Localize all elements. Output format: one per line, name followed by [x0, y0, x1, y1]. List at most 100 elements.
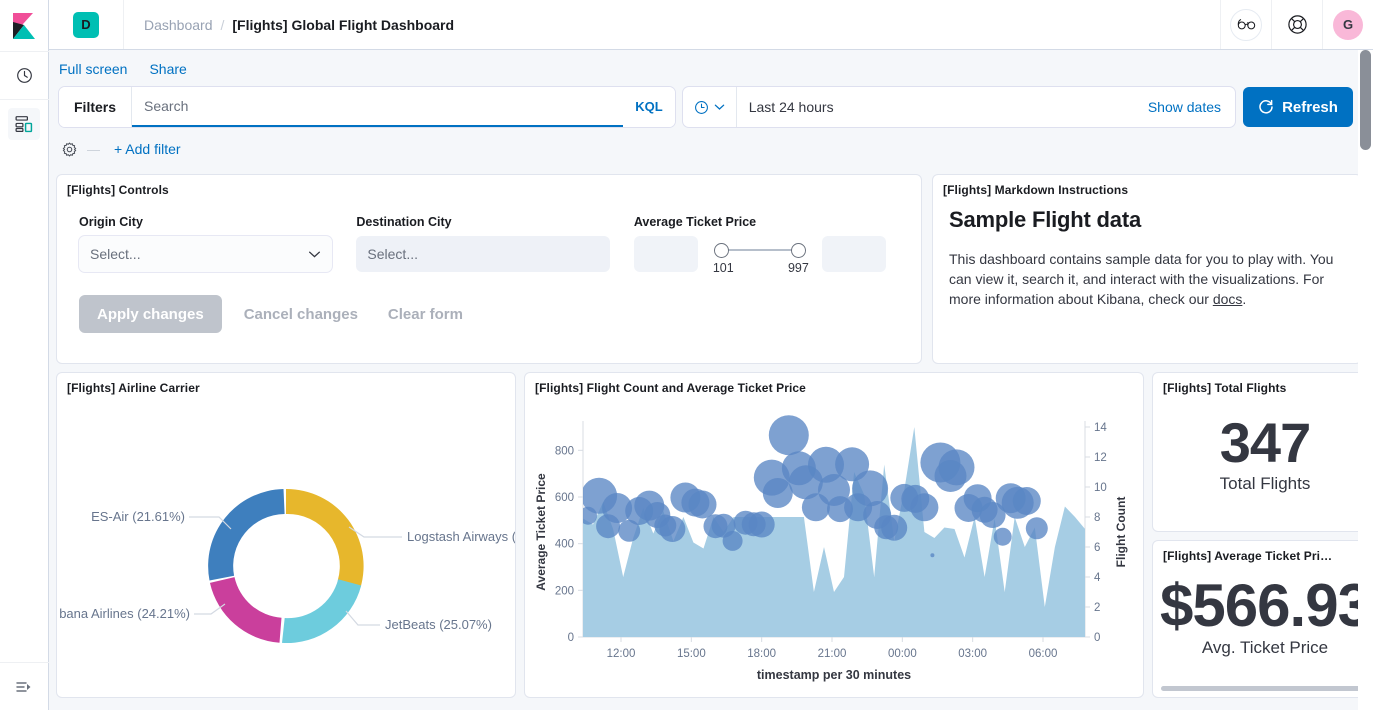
filters-button[interactable]: Filters	[59, 87, 132, 127]
panel-markdown: [Flights] Markdown Instructions Sample F…	[932, 174, 1362, 364]
markdown-heading: Sample Flight data	[949, 207, 1345, 233]
panel-title-airline-carrier[interactable]: [Flights] Airline Carrier	[57, 373, 515, 399]
page-title: [Flights] Global Flight Dashboard	[232, 17, 454, 33]
origin-city-control: Origin City Select...	[79, 215, 332, 275]
full-screen-button[interactable]: Full screen	[59, 61, 127, 77]
sidebar-item-dashboard[interactable]	[0, 100, 49, 148]
markdown-text-1: This dashboard contains sample data for …	[949, 251, 1333, 307]
filter-row: — + Add filter	[59, 135, 1353, 163]
left-nav-rail	[0, 0, 49, 710]
panel-title-flight-count-price[interactable]: [Flights] Flight Count and Average Ticke…	[525, 373, 1143, 399]
view-mode-button[interactable]	[1220, 0, 1271, 49]
avg-price-metric: $566.93 Avg. Ticket Price	[1153, 567, 1373, 685]
markdown-paragraph: This dashboard contains sample data for …	[949, 249, 1345, 309]
help-button[interactable]	[1271, 0, 1322, 49]
bubble-point[interactable]	[769, 415, 809, 455]
bubble-point[interactable]	[930, 553, 934, 557]
user-menu-button[interactable]: G	[1322, 0, 1373, 49]
controls-row: Origin City Select... Destination City S…	[57, 201, 921, 275]
destination-city-value: Select...	[367, 246, 418, 262]
y-tick-label-left: 0	[568, 632, 574, 644]
bubble-point[interactable]	[1013, 487, 1041, 515]
markdown-body: Sample Flight data This dashboard contai…	[933, 201, 1361, 309]
price-min-input[interactable]	[634, 236, 698, 272]
cancel-changes-button[interactable]: Cancel changes	[236, 306, 366, 323]
avg-price-value: $566.93	[1160, 575, 1370, 636]
x-tick-label: 00:00	[888, 648, 917, 660]
slider-knob-min[interactable]	[714, 243, 729, 258]
bubble-point[interactable]	[689, 491, 717, 519]
total-flights-metric: 347 Total Flights	[1153, 399, 1373, 509]
flight-chart-svg[interactable]: 02004006008000246810121412:0015:0018:002…	[525, 399, 1143, 691]
y-tick-label-right: 8	[1094, 512, 1100, 524]
chevron-down-icon	[308, 250, 321, 259]
page-scrollbar-track[interactable]	[1358, 50, 1373, 710]
panel-title-average-ticket-price[interactable]: [Flights] Average Ticket Pri…	[1153, 541, 1373, 567]
panel-horizontal-scrollbar[interactable]	[1161, 686, 1367, 691]
origin-city-select[interactable]: Select...	[79, 236, 332, 272]
y-tick-label-left: 200	[555, 585, 574, 597]
y-axis-title-left: Average Ticket Price	[534, 473, 548, 591]
bubble-point[interactable]	[994, 528, 1012, 546]
donut-chart: Logstash Airways (29 JetBeats (25.07%) b…	[57, 399, 515, 689]
origin-city-value: Select...	[90, 246, 141, 262]
refresh-button[interactable]: Refresh	[1243, 87, 1353, 127]
avatar[interactable]: G	[1333, 10, 1363, 40]
destination-city-select[interactable]: Select...	[356, 236, 609, 272]
chevron-down-icon	[714, 103, 725, 111]
x-axis-title: timestamp per 30 minutes	[757, 668, 911, 682]
bubble-point[interactable]	[852, 470, 888, 506]
kibana-logo[interactable]	[0, 0, 49, 52]
y-tick-label-right: 10	[1094, 482, 1107, 494]
apply-changes-button[interactable]: Apply changes	[79, 295, 222, 333]
price-range-slider[interactable]: 101 997	[710, 236, 810, 275]
panel-average-ticket-price: [Flights] Average Ticket Pri… $566.93 Av…	[1152, 540, 1373, 698]
date-range-value[interactable]: Last 24 hours	[737, 87, 1134, 127]
destination-city-control: Destination City Select...	[356, 215, 609, 275]
donut-chart-svg[interactable]: Logstash Airways (29 JetBeats (25.07%) b…	[57, 399, 515, 689]
share-button[interactable]: Share	[149, 61, 186, 77]
markdown-text-2: .	[1242, 291, 1246, 307]
slider-knob-max[interactable]	[791, 243, 806, 258]
sidebar-item-recently-viewed[interactable]	[0, 52, 49, 100]
page-scrollbar-thumb[interactable]	[1360, 50, 1371, 150]
donut-label-kibana: bana Airlines (24.21%)	[59, 606, 190, 621]
docs-link[interactable]: docs	[1213, 291, 1243, 307]
panel-controls: [Flights] Controls Origin City Select...…	[56, 174, 922, 364]
kibana-dashboard-app: D Dashboard / [Flights] Global Flight Da…	[0, 0, 1373, 710]
donut-slice-logstash[interactable]	[286, 489, 364, 588]
search-input[interactable]	[132, 98, 623, 114]
clear-form-button[interactable]: Clear form	[380, 306, 471, 323]
donut-slice-es-air[interactable]	[208, 489, 284, 580]
collapse-menu-button[interactable]	[0, 662, 49, 710]
donut-slice-kibana[interactable]	[210, 577, 282, 643]
gear-icon[interactable]	[59, 139, 79, 159]
bubble-point[interactable]	[749, 512, 775, 538]
show-dates-button[interactable]: Show dates	[1134, 87, 1235, 127]
refresh-icon	[1258, 99, 1274, 115]
query-language-button[interactable]: KQL	[623, 87, 674, 127]
price-max-input[interactable]	[822, 236, 886, 272]
bubble-point[interactable]	[910, 493, 938, 521]
add-filter-button[interactable]: + Add filter	[114, 141, 181, 157]
bubble-point[interactable]	[1026, 517, 1048, 539]
y-tick-label-right: 4	[1094, 572, 1101, 584]
panel-title-markdown[interactable]: [Flights] Markdown Instructions	[933, 175, 1361, 201]
x-tick-label: 12:00	[607, 648, 636, 660]
dashboard-icon	[8, 108, 40, 140]
bubble-point[interactable]	[939, 449, 975, 485]
bubble-point[interactable]	[723, 531, 743, 551]
bubble-point[interactable]	[763, 478, 793, 508]
bubble-point[interactable]	[659, 516, 685, 542]
space-badge[interactable]: D	[73, 12, 99, 38]
panel-title-total-flights[interactable]: [Flights] Total Flights	[1153, 373, 1373, 399]
quick-select-button[interactable]	[683, 87, 737, 127]
x-tick-label: 03:00	[958, 648, 987, 660]
y-tick-label-right: 14	[1094, 422, 1107, 434]
x-tick-label: 15:00	[677, 648, 706, 660]
donut-slice-jetbeats[interactable]	[282, 579, 361, 643]
panel-total-flights: [Flights] Total Flights 347 Total Flight…	[1152, 372, 1373, 532]
panel-title-controls[interactable]: [Flights] Controls	[57, 175, 921, 201]
bubble-point[interactable]	[881, 515, 907, 541]
breadcrumb-dashboard[interactable]: Dashboard	[144, 17, 213, 33]
